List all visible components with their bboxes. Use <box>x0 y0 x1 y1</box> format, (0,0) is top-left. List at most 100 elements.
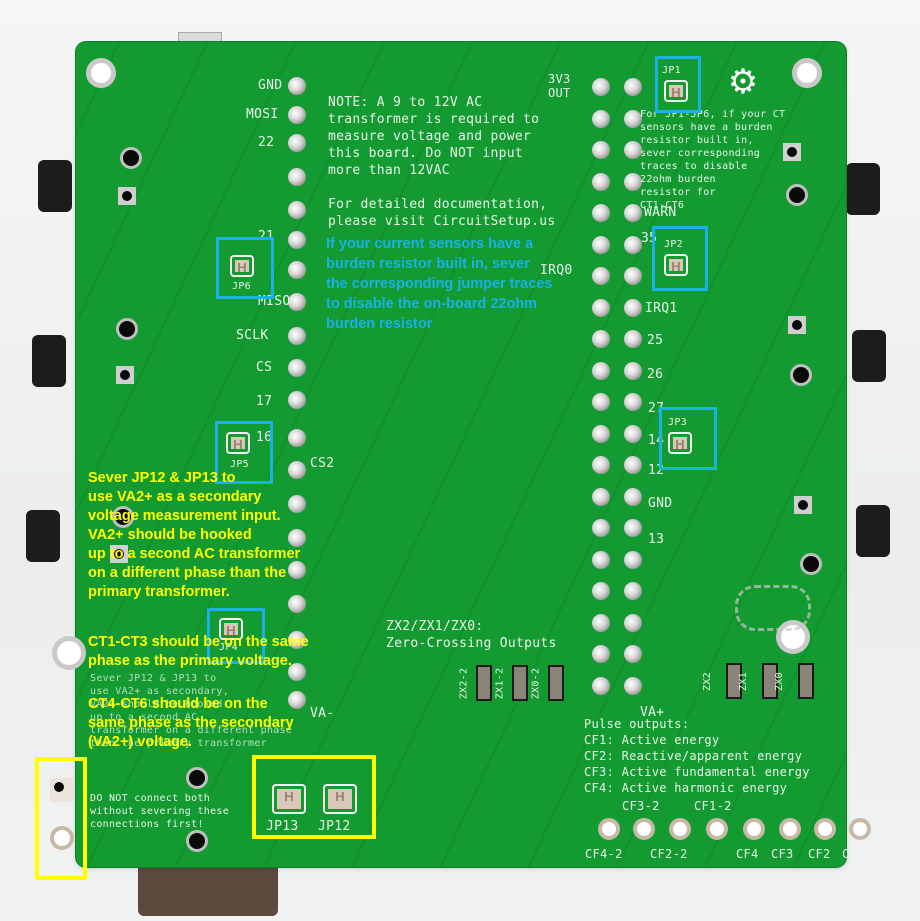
header-pin <box>592 393 610 411</box>
silkscreen-jumper-note: For JP1-JP6, if your CT sensors have a bu… <box>640 108 785 212</box>
burden-resistor-annotation: If your current sensors have a burden res… <box>326 234 552 334</box>
zx-title-line: ZX2/ZX1/ZX0: <box>386 619 484 634</box>
through-hole <box>120 147 142 169</box>
header-pin <box>288 134 306 152</box>
zx-solder-pad <box>512 665 528 701</box>
cf-pad <box>849 818 871 840</box>
header-pin <box>288 391 306 409</box>
cf-label-cf4-2: CF4-2 <box>585 847 623 861</box>
do-not-connect-line: connections first! <box>90 819 204 830</box>
silkscreen-note-line: For detailed documentation, <box>328 197 548 212</box>
header-label-mosi: MOSI <box>246 107 279 122</box>
blue-note-line: If your current sensors have a <box>326 236 534 252</box>
header-pin <box>592 361 610 380</box>
header-pin <box>624 235 642 254</box>
zx-pad-label: ZX0 <box>773 672 785 691</box>
header-pin <box>288 77 306 95</box>
blue-note-line: burden resistor <box>326 316 433 332</box>
cf-pad <box>598 818 620 840</box>
header-pin <box>592 676 610 695</box>
yellow-note-line: (VA2+) voltage. <box>88 734 193 750</box>
yellow-note-line: CT1-CT3 should be on the same <box>88 634 309 650</box>
cf-label-cf3-2: CF3-2 <box>622 799 660 813</box>
header-pin <box>592 330 610 348</box>
header-pin <box>624 487 642 506</box>
zx-pad-label: ZX0-2 <box>530 667 542 700</box>
blue-note-line: the corresponding jumper traces <box>326 276 553 292</box>
header-pin <box>592 204 610 222</box>
ct-jack-right-1 <box>846 163 880 215</box>
header-label-irq1: IRQ1 <box>645 301 678 316</box>
cf-label-cf2-2: CF2-2 <box>650 847 688 861</box>
square-pad <box>116 366 134 384</box>
cf-label-cf4: CF4 <box>736 847 759 861</box>
ct-jack-right-3 <box>856 505 890 557</box>
square-pad <box>788 316 806 334</box>
ct1-ct3-annotation: CT1-CT3 should be on the same phase as th… <box>88 633 309 671</box>
header-label-cs: CS <box>256 360 273 375</box>
header-pin <box>624 393 642 411</box>
header-pin <box>288 429 306 447</box>
square-pad <box>118 187 136 205</box>
yellow-note-line: up to a second AC transformer <box>88 546 301 562</box>
header-pin <box>624 645 642 663</box>
mounting-hole <box>52 636 86 670</box>
cf-pad <box>706 818 728 840</box>
cf-label-cf2: CF2 <box>808 847 831 861</box>
header-label-va-: VA- <box>310 706 335 721</box>
highlight-jp3 <box>659 407 717 470</box>
header-pin <box>592 582 610 600</box>
cf-label-cf1: CF1 <box>842 847 865 861</box>
yellow-note-line: CT4-CT6 should be on the <box>88 696 268 712</box>
yellow-note-line: Sever JP12 & JP13 to <box>88 470 236 486</box>
zx-title: ZX2/ZX1/ZX0: Zero-Crossing Outputs <box>386 618 557 652</box>
cf-pad <box>633 818 655 840</box>
header-pin <box>592 172 610 191</box>
header-pin <box>624 78 642 96</box>
pulse-output-line: Pulse outputs: <box>584 717 690 731</box>
header-pin <box>288 359 306 377</box>
yellow-note-line: primary transformer. <box>88 584 230 600</box>
header-pin <box>288 327 306 345</box>
through-hole <box>186 767 208 789</box>
cf-label-cf1-2: CF1-2 <box>694 799 732 813</box>
silkscreen-note-line: this board. Do NOT input <box>328 146 524 161</box>
cf-pad <box>743 818 765 840</box>
through-hole <box>786 184 808 206</box>
open-hardware-gear-icon: ⚙ <box>727 63 759 101</box>
va2-annotation: Sever JP12 & JP13 to use VA2+ as a second… <box>88 469 300 602</box>
cf-pad <box>669 818 691 840</box>
header-label-22: 22 <box>258 135 275 150</box>
through-hole <box>116 318 138 340</box>
header-pin <box>624 676 642 695</box>
yellow-note-line: same phase as the secondary <box>88 715 294 731</box>
mounting-hole <box>86 58 116 88</box>
header-pin <box>288 201 306 219</box>
zx-solder-pad <box>798 663 814 699</box>
header-label-gnd: GND <box>258 78 283 93</box>
ct-jack-right-2 <box>852 330 886 382</box>
ct4-ct6-annotation: CT4-CT6 should be on the same phase as th… <box>88 695 294 752</box>
header-pin <box>288 106 306 124</box>
highlight-jp2 <box>652 226 708 291</box>
jumper-note-line: 22ohm burden <box>640 174 716 185</box>
highlight-jp6 <box>216 237 274 299</box>
zx-pad-label: ZX2 <box>701 672 713 691</box>
do-not-connect-line: DO NOT connect both <box>90 793 211 804</box>
do-not-connect-text: DO NOT connect both without severing thes… <box>90 792 229 831</box>
yellow-note-line: voltage measurement input. <box>88 508 281 524</box>
zx-solder-pad <box>548 665 564 701</box>
header-pin <box>624 613 642 632</box>
cf-label-cf3: CF3 <box>771 847 794 861</box>
header-label-17: 17 <box>256 394 273 409</box>
ct-jack-left-2 <box>32 335 66 387</box>
header-pin <box>592 519 610 537</box>
header-pin <box>592 424 610 443</box>
pulse-output-line: CF1: Active energy <box>584 733 720 747</box>
header-pin <box>592 550 610 569</box>
blue-note-line: burden resistor built in, sever <box>326 256 530 272</box>
header-pin <box>624 267 642 285</box>
zx-pad-label: ZX2-2 <box>458 667 470 700</box>
header-pin <box>288 231 306 249</box>
header-pin <box>288 168 306 186</box>
